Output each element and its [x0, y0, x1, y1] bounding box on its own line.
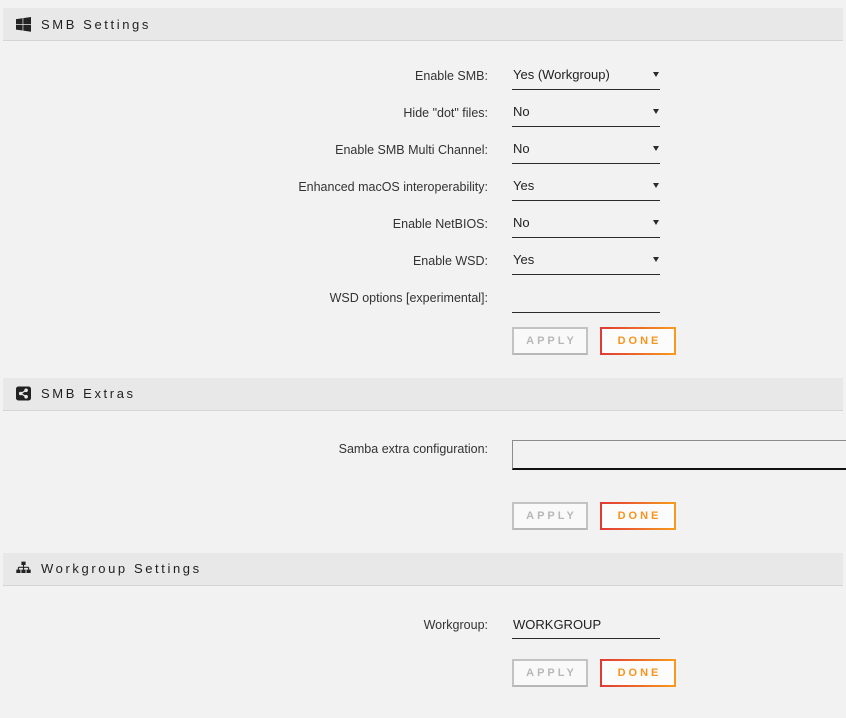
smb-settings-body: Enable SMB: Yes (Workgroup) Hide "dot" f… — [0, 41, 846, 378]
field-label: Workgroup: — [0, 616, 488, 633]
field-label: WSD options [experimental]: — [0, 289, 488, 306]
section-title: Workgroup Settings — [41, 561, 202, 576]
windows-icon — [16, 17, 31, 32]
smb-extras-body: Samba extra configuration: APPLY DONE — [0, 411, 846, 553]
field-label: Enable NetBIOS: — [0, 215, 488, 232]
apply-button[interactable]: APPLY — [512, 327, 588, 355]
field-label: Hide "dot" files: — [0, 104, 488, 121]
chevron-down-icon — [653, 109, 659, 114]
workgroup-buttons: APPLY DONE — [512, 659, 846, 687]
smb-settings-buttons: APPLY DONE — [512, 327, 846, 355]
smb-extras-buttons: APPLY DONE — [512, 502, 846, 530]
section-title: SMB Extras — [41, 386, 136, 401]
settings-page: SMB Settings Enable SMB: Yes (Workgroup)… — [0, 0, 846, 700]
hide-dot-files-select[interactable]: No — [512, 104, 660, 127]
chevron-down-icon — [653, 183, 659, 188]
section-title: SMB Settings — [41, 17, 151, 32]
chevron-down-icon — [653, 72, 659, 77]
field-row-smb-multi-channel: Enable SMB Multi Channel: No — [0, 141, 846, 164]
share-square-icon — [16, 386, 31, 401]
done-button[interactable]: DONE — [600, 502, 676, 530]
enable-smb-select[interactable]: Yes (Workgroup) — [512, 67, 660, 90]
wsd-options-input[interactable] — [512, 290, 660, 313]
field-row-samba-extra: Samba extra configuration: — [0, 440, 846, 475]
chevron-down-icon — [653, 257, 659, 262]
apply-button[interactable]: APPLY — [512, 502, 588, 530]
field-label: Enhanced macOS interoperability: — [0, 178, 488, 195]
field-label: Enable SMB: — [0, 67, 488, 84]
enable-wsd-select[interactable]: Yes — [512, 252, 660, 275]
sitemap-icon — [16, 561, 31, 576]
smb-extras-header: SMB Extras — [3, 378, 843, 411]
smb-multi-channel-select[interactable]: No — [512, 141, 660, 164]
done-button[interactable]: DONE — [600, 659, 676, 687]
macos-interop-select[interactable]: Yes — [512, 178, 660, 201]
workgroup-input[interactable] — [512, 616, 660, 639]
enable-netbios-select[interactable]: No — [512, 215, 660, 238]
workgroup-settings-body: Workgroup: APPLY DONE — [0, 586, 846, 701]
field-row-hide-dot-files: Hide "dot" files: No — [0, 104, 846, 127]
samba-extra-config-textarea[interactable] — [512, 440, 846, 470]
workgroup-settings-header: Workgroup Settings — [3, 553, 843, 586]
field-row-enable-wsd: Enable WSD: Yes — [0, 252, 846, 275]
smb-settings-header: SMB Settings — [3, 8, 843, 41]
apply-button[interactable]: APPLY — [512, 659, 588, 687]
chevron-down-icon — [653, 220, 659, 225]
field-label: Enable SMB Multi Channel: — [0, 141, 488, 158]
field-label: Samba extra configuration: — [0, 440, 488, 457]
chevron-down-icon — [653, 146, 659, 151]
field-row-wsd-options: WSD options [experimental]: — [0, 289, 846, 313]
field-label: Enable WSD: — [0, 252, 488, 269]
field-row-enable-smb: Enable SMB: Yes (Workgroup) — [0, 67, 846, 90]
field-row-macos-interop: Enhanced macOS interoperability: Yes — [0, 178, 846, 201]
done-button[interactable]: DONE — [600, 327, 676, 355]
field-row-enable-netbios: Enable NetBIOS: No — [0, 215, 846, 238]
field-row-workgroup: Workgroup: — [0, 616, 846, 640]
